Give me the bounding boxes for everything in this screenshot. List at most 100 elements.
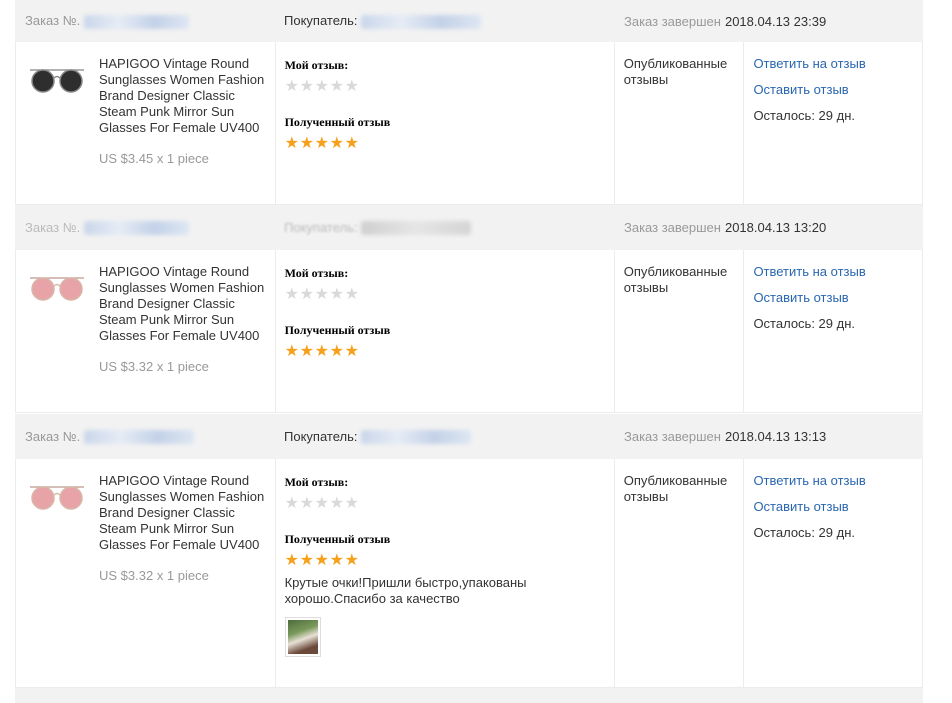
order-number: Заказ №.	[15, 220, 274, 236]
star-empty-icon: ★	[344, 286, 360, 303]
received-review-label: Полученный отзыв	[284, 115, 391, 129]
received-review-label: Полученный отзыв	[284, 532, 391, 546]
product-title-link[interactable]: HAPIGOO Vintage Round Sunglasses Women F…	[99, 473, 269, 553]
order-number: Заказ №.	[15, 429, 274, 445]
star-filled-icon: ★	[314, 343, 330, 360]
order-status: Заказ завершен 2018.04.13 13:20	[614, 220, 826, 235]
order-header: Заказ №. Покупатель: Заказ завершен 2018.…	[15, 0, 923, 42]
feedback-cell: Мой отзыв: ★★★★★ Полученный отзыв ★★★★★ …	[276, 459, 615, 687]
star-empty-icon: ★	[329, 495, 345, 512]
leave-review-link[interactable]: Оставить отзыв	[753, 290, 922, 306]
star-empty-icon: ★	[299, 78, 315, 95]
star-empty-icon: ★	[299, 286, 315, 303]
order-completed-label: Заказ завершен	[624, 220, 721, 235]
days-remaining: Осталось: 29 дн.	[753, 525, 855, 540]
leave-review-link[interactable]: Оставить отзыв	[753, 499, 922, 515]
star-empty-icon: ★	[329, 78, 345, 95]
star-filled-icon: ★	[284, 552, 300, 569]
order-completed-date: 2018.04.13 23:39	[724, 13, 827, 29]
redacted-order-number	[84, 430, 195, 445]
redacted-buyer-name[interactable]	[361, 430, 472, 445]
order-row: HAPIGOO Vintage Round Sunglasses Women F…	[15, 250, 923, 413]
star-filled-icon: ★	[284, 135, 300, 152]
product-title-link[interactable]: HAPIGOO Vintage Round Sunglasses Women F…	[99, 264, 269, 344]
star-empty-icon: ★	[314, 78, 330, 95]
star-empty-icon: ★	[299, 495, 315, 512]
star-empty-icon: ★	[314, 495, 330, 512]
order-row: HAPIGOO Vintage Round Sunglasses Women F…	[15, 459, 923, 688]
star-filled-icon: ★	[314, 552, 330, 569]
days-remaining: Осталось: 29 дн.	[753, 108, 855, 123]
buyer: Покупатель:	[274, 220, 614, 236]
order-block: Заказ №. Покупатель: Заказ завершен 2018.…	[15, 0, 923, 205]
order-block: Заказ №. Покупатель: Заказ завершен 2018.…	[15, 414, 923, 688]
star-filled-icon: ★	[344, 135, 360, 152]
sunglasses-thumbnail-icon[interactable]	[28, 481, 86, 513]
actions-cell: Ответить на отзыв Оставить отзыв Осталос…	[744, 459, 922, 687]
star-filled-icon: ★	[344, 343, 360, 360]
order-number-label: Заказ №.	[25, 219, 81, 235]
order-number: Заказ №.	[15, 13, 274, 29]
reply-to-review-link[interactable]: Ответить на отзыв	[753, 56, 922, 72]
received-review-text: Крутые очки!Пришли быстро,упакованы хоро…	[284, 575, 527, 606]
buyer-label: Покупатель:	[284, 13, 358, 29]
order-header: Заказ №. Покупатель: Заказ завершен 2018.…	[15, 205, 923, 250]
redacted-buyer-name[interactable]	[361, 221, 472, 236]
published-status: Опубликованные отзывы	[623, 264, 728, 295]
order-completed-label: Заказ завершен	[624, 13, 721, 29]
product-price: US $3.45 x 1 piece	[99, 151, 209, 166]
redacted-buyer-name[interactable]	[361, 14, 482, 29]
star-filled-icon: ★	[329, 552, 345, 569]
star-empty-icon: ★	[344, 495, 360, 512]
star-filled-icon: ★	[299, 135, 315, 152]
received-rating-stars: ★★★★★	[285, 553, 614, 569]
my-review-label: Мой отзыв:	[284, 58, 349, 72]
star-filled-icon: ★	[329, 135, 345, 152]
star-empty-icon: ★	[314, 286, 330, 303]
star-empty-icon: ★	[284, 286, 300, 303]
star-empty-icon: ★	[329, 286, 345, 303]
order-completed-date: 2018.04.13 13:13	[724, 429, 827, 444]
product-price: US $3.32 x 1 piece	[99, 359, 209, 374]
feedback-cell: Мой отзыв: ★★★★★ Полученный отзыв ★★★★★	[276, 42, 615, 204]
next-order-header	[15, 688, 923, 703]
my-rating-stars: ★★★★★	[285, 79, 614, 95]
reply-to-review-link[interactable]: Ответить на отзыв	[753, 473, 922, 489]
product-cell: HAPIGOO Vintage Round Sunglasses Women F…	[16, 42, 276, 204]
order-row: HAPIGOO Vintage Round Sunglasses Women F…	[15, 42, 923, 205]
leave-review-link[interactable]: Оставить отзыв	[753, 82, 922, 98]
buyer-label: Покупатель:	[284, 219, 358, 235]
review-photo-thumbnail[interactable]	[284, 617, 321, 657]
order-number-label: Заказ №.	[25, 428, 81, 444]
star-filled-icon: ★	[284, 343, 300, 360]
order-status: Заказ завершен 2018.04.13 23:39	[614, 14, 826, 29]
my-review-label: Мой отзыв:	[284, 266, 349, 280]
actions-cell: Ответить на отзыв Оставить отзыв Осталос…	[744, 42, 922, 204]
received-rating-stars: ★★★★★	[285, 344, 614, 360]
order-number-label: Заказ №.	[25, 13, 81, 29]
redacted-order-number	[84, 221, 190, 236]
product-cell: HAPIGOO Vintage Round Sunglasses Women F…	[16, 459, 276, 687]
sunglasses-thumbnail-icon[interactable]	[28, 272, 86, 304]
redacted-order-number	[84, 14, 190, 29]
reply-to-review-link[interactable]: Ответить на отзыв	[753, 264, 922, 280]
product-price: US $3.32 x 1 piece	[99, 568, 209, 583]
star-filled-icon: ★	[344, 552, 360, 569]
star-filled-icon: ★	[329, 343, 345, 360]
my-rating-stars: ★★★★★	[285, 287, 614, 303]
product-title-link[interactable]: HAPIGOO Vintage Round Sunglasses Women F…	[99, 56, 269, 136]
my-review-label: Мой отзыв:	[284, 475, 349, 489]
star-empty-icon: ★	[284, 78, 300, 95]
product-cell: HAPIGOO Vintage Round Sunglasses Women F…	[16, 250, 276, 412]
star-filled-icon: ★	[314, 135, 330, 152]
star-filled-icon: ★	[299, 552, 315, 569]
days-remaining: Осталось: 29 дн.	[753, 316, 855, 331]
feedback-state-cell: Опубликованные отзывы	[615, 42, 745, 204]
actions-cell: Ответить на отзыв Оставить отзыв Осталос…	[744, 250, 922, 412]
received-review-label: Полученный отзыв	[284, 323, 391, 337]
star-filled-icon: ★	[299, 343, 315, 360]
sunglasses-thumbnail-icon[interactable]	[28, 64, 86, 96]
my-rating-stars: ★★★★★	[285, 496, 614, 512]
published-status: Опубликованные отзывы	[623, 473, 728, 504]
order-status: Заказ завершен 2018.04.13 13:13	[614, 429, 826, 444]
